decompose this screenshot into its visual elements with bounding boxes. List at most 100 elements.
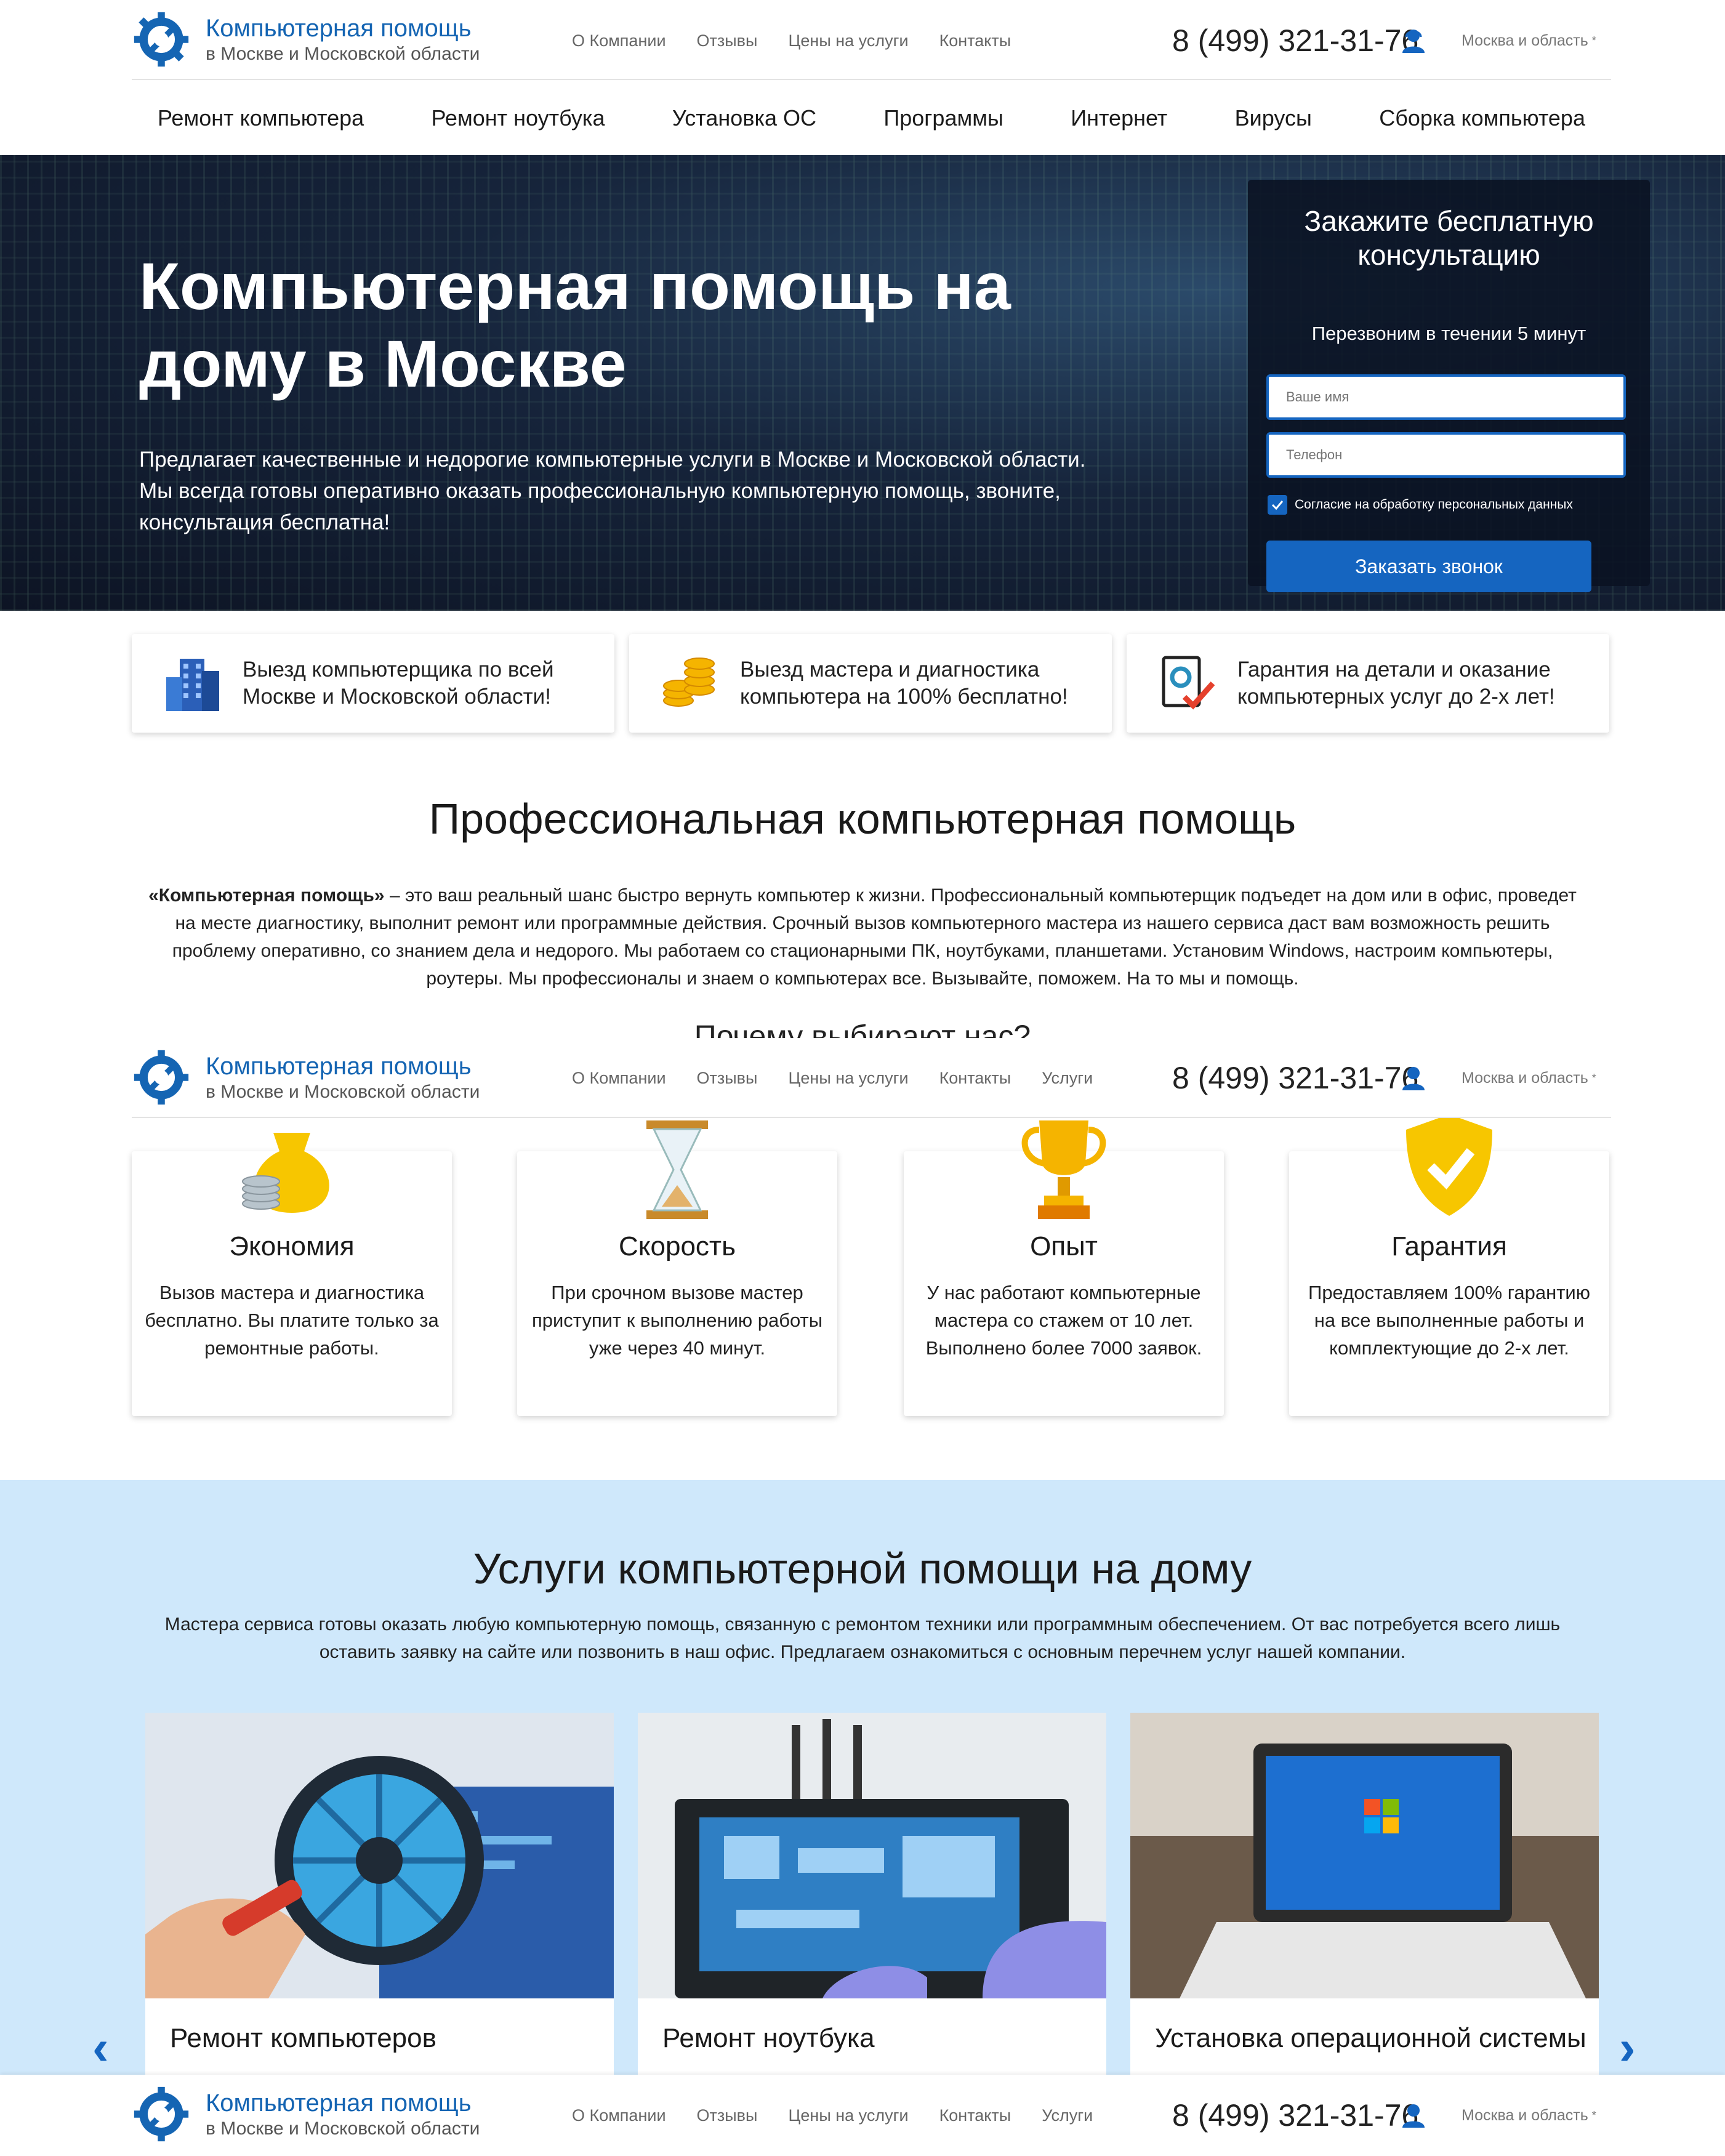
logo-title: Компьютерная помощь xyxy=(206,1053,472,1080)
form-title: Закажите бесплатную консультацию xyxy=(1304,205,1594,272)
service-title: Установка операционной системы xyxy=(1155,2023,1586,2053)
advantage-card: Опыт У нас работают компьютерные мастера… xyxy=(904,1120,1224,1416)
phone-number[interactable]: 8 (499) 321-31-76 xyxy=(1172,2075,1418,2156)
top-nav-prices[interactable]: Цены на услуги xyxy=(788,1069,908,1088)
guarantee-icon xyxy=(1162,656,1215,710)
logo[interactable]: Компьютерная помощь в Москве и Московско… xyxy=(132,9,480,70)
building-icon xyxy=(166,659,219,711)
top-nav-prices[interactable]: Цены на услуги xyxy=(788,2106,908,2125)
advantage-text: При срочном вызове мастер приступит к вы… xyxy=(531,1282,823,1359)
advantage-title: Скорость xyxy=(618,1231,736,1261)
main-nav-programs[interactable]: Программы xyxy=(858,105,1029,131)
main-nav-viruses[interactable]: Вирусы xyxy=(1209,105,1338,131)
services-text: Мастера сервиса готовы оказать любую ком… xyxy=(164,1614,1561,1662)
shield-check-icon xyxy=(1406,1114,1492,1216)
gear-wrench-icon xyxy=(134,1050,189,1105)
feature-card: Выезд мастера и диагностика компьютера н… xyxy=(629,634,1112,733)
gear-wrench-icon xyxy=(134,12,189,67)
name-input[interactable] xyxy=(1266,374,1626,420)
main-nav-os-install[interactable]: Установка ОС xyxy=(646,105,842,131)
order-call-button[interactable]: Заказать звонок xyxy=(1266,541,1591,592)
advantage-text: У нас работают компьютерные мастера со с… xyxy=(925,1282,1202,1359)
check-icon xyxy=(1268,495,1287,515)
region-label: Москва и область xyxy=(1462,1069,1588,1087)
site-header: Компьютерная помощь в Москве и Московско… xyxy=(0,0,1725,81)
top-nav-contacts[interactable]: Контакты xyxy=(939,31,1011,50)
sticky-header: Компьютерная помощь в Москве и Московско… xyxy=(0,2075,1725,2156)
carousel-next-icon[interactable]: › xyxy=(1619,2019,1636,2076)
top-nav-contacts[interactable]: Контакты xyxy=(939,1069,1011,1088)
hourglass-icon xyxy=(646,1120,708,1219)
advantage-title: Гарантия xyxy=(1391,1231,1507,1261)
money-bag-icon xyxy=(242,1133,329,1213)
feature-text: Выезд мастера и диагностика компьютера н… xyxy=(740,658,1068,709)
professional-lead: «Компьютерная помощь» xyxy=(148,885,385,906)
region-select[interactable]: Москва и область * xyxy=(1462,2075,1596,2156)
coins-icon xyxy=(663,658,715,707)
top-nav: О Компании Отзывы Цены на услуги Контакт… xyxy=(572,0,1011,81)
feature-card: Выезд компьютерщика по всей Москве и Мос… xyxy=(132,634,614,733)
advantage-text: Вызов мастера и диагностика бесплатно. В… xyxy=(145,1282,439,1359)
top-nav-about[interactable]: О Компании xyxy=(572,2106,666,2125)
logo-title: Компьютерная помощь xyxy=(206,2090,472,2117)
main-nav-internet[interactable]: Интернет xyxy=(1045,105,1193,131)
phone-number[interactable]: 8 (499) 321-31-76 xyxy=(1172,1038,1418,1118)
header-divider xyxy=(132,79,1611,80)
consent-checkbox[interactable]: Согласие на обработку персональных данны… xyxy=(1268,495,1573,515)
top-nav-reviews[interactable]: Отзывы xyxy=(697,2106,758,2125)
carousel-prev-icon[interactable]: ‹ xyxy=(92,2019,109,2076)
region-label: Москва и область xyxy=(1462,31,1588,49)
header-divider xyxy=(132,1117,1611,1118)
service-title: Ремонт ноутбука xyxy=(662,2023,875,2053)
advantage-title: Опыт xyxy=(1030,1231,1098,1261)
feature-text: Выезд компьютерщика по всей Москве и Мос… xyxy=(243,658,554,709)
top-nav-prices[interactable]: Цены на услуги xyxy=(788,31,908,50)
feature-text: Гарантия на детали и оказание компьютерн… xyxy=(1237,658,1555,709)
top-nav-reviews[interactable]: Отзывы xyxy=(697,1069,758,1088)
hero-title: Компьютерная помощь на дому в Москве xyxy=(139,249,1011,401)
phone-number[interactable]: 8 (499) 321-31-76 xyxy=(1172,0,1418,81)
operator-icon xyxy=(1400,0,1427,81)
advantage-card: Скорость При срочном вызове мастер прист… xyxy=(517,1120,837,1416)
top-nav-reviews[interactable]: Отзывы xyxy=(697,31,758,50)
form-subtitle: Перезвоним в течении 5 минут xyxy=(1311,323,1586,344)
sticky-header: Компьютерная помощь в Москве и Московско… xyxy=(0,1038,1725,1118)
main-nav-laptop-repair[interactable]: Ремонт ноутбука xyxy=(406,105,631,131)
service-title: Ремонт компьютеров xyxy=(170,2023,436,2053)
region-label: Москва и область xyxy=(1462,2106,1588,2124)
region-select[interactable]: Москва и область * xyxy=(1462,1038,1596,1118)
main-nav-pc-assembly[interactable]: Сборка компьютера xyxy=(1353,105,1611,131)
gear-wrench-icon xyxy=(134,2086,189,2142)
top-nav-about[interactable]: О Компании xyxy=(572,31,666,50)
top-nav: О Компании Отзывы Цены на услуги Контакт… xyxy=(572,2075,1093,2156)
logo-subtitle: в Москве и Московской области xyxy=(206,1082,480,1102)
os-install-image xyxy=(1130,1713,1599,1998)
logo-subtitle: в Москве и Московской области xyxy=(206,44,480,64)
phone-input[interactable] xyxy=(1266,432,1626,478)
why-us-title: Почему выбирают нас? xyxy=(0,1015,1725,1038)
hero-text: Предлагает качественные и недорогие комп… xyxy=(139,448,1086,534)
why-us-title-text: Почему выбирают нас? xyxy=(694,1019,1031,1038)
hero-banner: Компьютерная помощь на дому в Москве Пре… xyxy=(0,155,1725,611)
advantage-title: Экономия xyxy=(229,1231,355,1261)
logo[interactable]: Компьютерная помощь в Москве и Московско… xyxy=(132,2083,480,2145)
logo[interactable]: Компьютерная помощь в Москве и Московско… xyxy=(132,1047,480,1108)
top-nav-services[interactable]: Услуги xyxy=(1042,1069,1093,1088)
logo-title: Компьютерная помощь xyxy=(206,15,472,42)
laptop-repair-image xyxy=(638,1713,1106,1998)
trophy-icon xyxy=(1021,1120,1106,1219)
top-nav-services[interactable]: Услуги xyxy=(1042,2106,1093,2125)
callback-form: Закажите бесплатную консультацию Перезво… xyxy=(1248,180,1650,592)
asterisk-icon: * xyxy=(1591,34,1596,47)
region-select[interactable]: Москва и область * xyxy=(1462,0,1596,81)
top-nav-about[interactable]: О Компании xyxy=(572,1069,666,1088)
main-nav-pc-repair[interactable]: Ремонт компьютера xyxy=(132,105,390,131)
feature-card: Гарантия на детали и оказание компьютерн… xyxy=(1127,634,1609,733)
asterisk-icon: * xyxy=(1591,2109,1596,2122)
consent-label: Согласие на обработку персональных данны… xyxy=(1295,497,1573,512)
main-nav: Ремонт компьютера Ремонт ноутбука Устано… xyxy=(132,81,1611,155)
top-nav-contacts[interactable]: Контакты xyxy=(939,2106,1011,2125)
top-nav: О Компании Отзывы Цены на услуги Контакт… xyxy=(572,1038,1093,1118)
operator-icon xyxy=(1400,1038,1427,1118)
advantage-card: Гарантия Предоставляем 100% гарантию на … xyxy=(1289,1114,1609,1416)
